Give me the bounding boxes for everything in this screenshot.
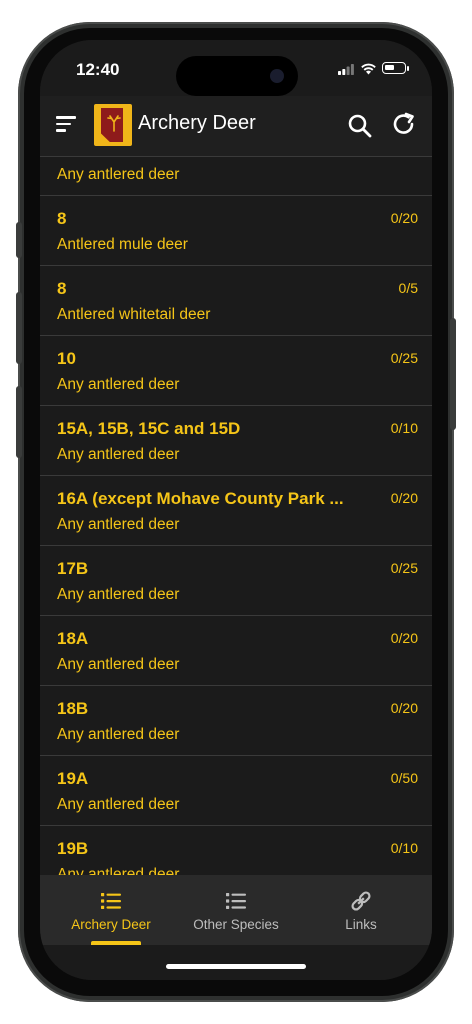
tab-label: Archery Deer <box>71 917 151 932</box>
hunt-description: Any antlered deer <box>57 796 180 813</box>
list-item[interactable]: 15A, 15B, 15C and 15D 0/10 Any antlered … <box>40 406 432 476</box>
battery-icon <box>382 62 406 74</box>
status-time: 12:40 <box>76 60 120 79</box>
hunt-count: 0/20 <box>390 210 418 226</box>
list-item[interactable]: 17B 0/25 Any antlered deer <box>40 546 432 616</box>
list-item[interactable]: 16A (except Mohave County Park ... 0/20 … <box>40 476 432 546</box>
battery-tip <box>407 66 409 71</box>
tab-links[interactable]: Links <box>296 875 426 945</box>
hunt-count: 0/10 <box>390 420 418 436</box>
hunt-unit: 16A (except Mohave County Park ... <box>57 489 344 508</box>
dynamic-island <box>176 56 298 96</box>
hunt-unit: 19A <box>57 769 89 788</box>
list-icon <box>101 893 121 909</box>
menu-line <box>56 129 66 132</box>
app-bar: Archery Deer <box>40 96 432 157</box>
hunt-description: Any antlered deer <box>57 866 180 875</box>
hunt-unit: 18B <box>57 699 89 718</box>
list-item[interactable]: 19B 0/10 Any antlered deer <box>40 826 432 875</box>
hunt-unit: 18A <box>57 629 89 648</box>
list-icon <box>226 893 246 909</box>
hunt-count: 0/5 <box>398 280 418 296</box>
hunt-count: 0/50 <box>390 770 418 786</box>
tab-label: Links <box>345 917 377 932</box>
tab-other-species[interactable]: Other Species <box>171 875 301 945</box>
hunt-description: Antlered mule deer <box>57 236 188 253</box>
cellular-signal-icon <box>338 64 354 75</box>
hunt-list: Any antlered deer 8 0/20 Antlered mule d… <box>40 157 432 875</box>
hunt-description: Any antlered deer <box>57 376 180 393</box>
hunt-count: 0/10 <box>390 840 418 856</box>
hunt-count: 0/20 <box>390 630 418 646</box>
app-screen: 12:40 Archery Deer Any antlered deer 8 0… <box>40 40 432 980</box>
menu-line <box>56 116 76 119</box>
hunt-description: Any antlered deer <box>57 586 180 603</box>
antler-icon <box>107 115 121 132</box>
menu-button[interactable] <box>56 114 78 134</box>
hunt-count: 0/25 <box>390 560 418 576</box>
page-title: Archery Deer <box>138 112 256 134</box>
list-item[interactable]: 18A 0/20 Any antlered deer <box>40 616 432 686</box>
list-item[interactable]: 19A 0/50 Any antlered deer <box>40 756 432 826</box>
list-item[interactable]: 18B 0/20 Any antlered deer <box>40 686 432 756</box>
camera-icon <box>270 69 284 83</box>
tab-archery-deer[interactable]: Archery Deer <box>46 875 176 945</box>
refresh-button[interactable] <box>390 111 418 139</box>
power-button <box>450 318 456 430</box>
hunt-count: 0/20 <box>390 490 418 506</box>
bottom-tab-bar: Archery Deer Other Species Links <box>40 875 432 945</box>
hunt-description: Any antlered deer <box>57 726 180 743</box>
hunt-unit: 17B <box>57 559 89 578</box>
hunt-unit: 8 <box>57 209 67 228</box>
list-item[interactable]: 10 0/25 Any antlered deer <box>40 336 432 406</box>
hunt-description: Antlered whitetail deer <box>57 306 211 323</box>
hunt-description: Any antlered deer <box>57 166 180 183</box>
hunt-unit: 19B <box>57 839 89 858</box>
app-logo <box>94 104 132 146</box>
search-icon <box>348 114 372 138</box>
home-bar-area <box>40 945 432 980</box>
hunt-unit: 15A, 15B, 15C and 15D <box>57 419 241 438</box>
hunt-count: 0/25 <box>390 350 418 366</box>
list-item[interactable]: 8 0/20 Antlered mule deer <box>40 196 432 266</box>
hunt-count: 0/20 <box>390 700 418 716</box>
list-item[interactable]: 8 0/5 Antlered whitetail deer <box>40 266 432 336</box>
volume-up-button <box>16 292 22 364</box>
status-bar: 12:40 <box>40 40 432 96</box>
hunt-description: Any antlered deer <box>57 656 180 673</box>
hunt-unit: 8 <box>57 279 67 298</box>
hunt-unit: 10 <box>57 349 76 368</box>
menu-line <box>56 122 71 125</box>
volume-down-button <box>16 386 22 458</box>
link-icon <box>351 891 371 911</box>
home-indicator[interactable] <box>166 964 306 969</box>
refresh-icon <box>393 112 414 134</box>
list-item[interactable]: Any antlered deer <box>40 157 432 196</box>
hunt-description: Any antlered deer <box>57 446 180 463</box>
action-button <box>16 222 22 258</box>
search-button[interactable] <box>346 112 374 140</box>
tab-label: Other Species <box>193 917 279 932</box>
hunt-description: Any antlered deer <box>57 516 180 533</box>
battery-level <box>385 65 394 70</box>
wifi-icon <box>361 63 376 75</box>
